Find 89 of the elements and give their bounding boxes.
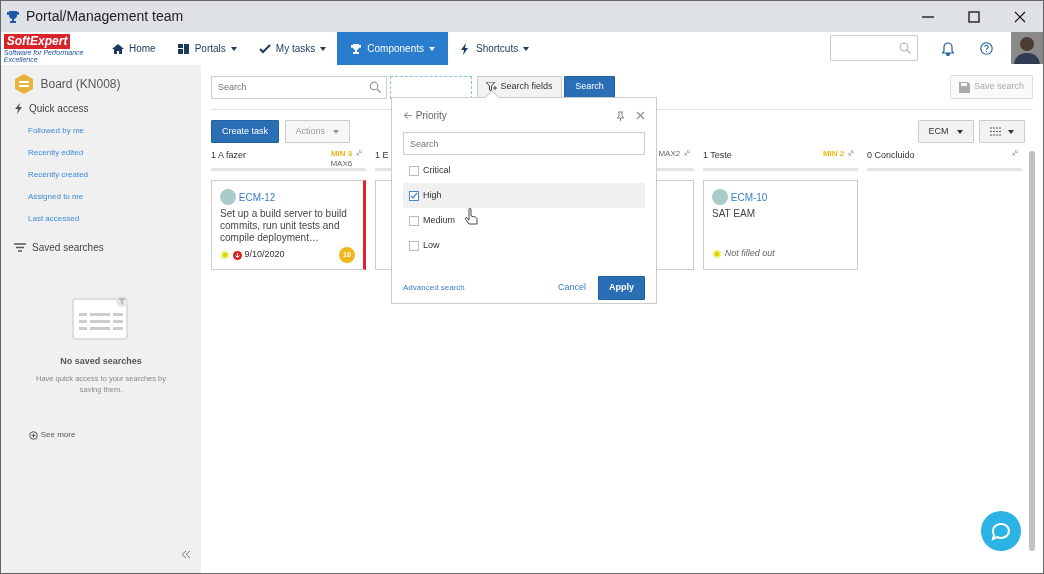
caret-icon — [1008, 129, 1014, 134]
minimize-icon — [922, 15, 934, 18]
column-title: 1 Teste — [703, 150, 732, 160]
status-text: Not filled out — [724, 247, 775, 260]
grid-icon — [177, 42, 190, 55]
avatar[interactable] — [1011, 32, 1043, 64]
close-icon — [1014, 10, 1026, 23]
maximize-icon — [968, 10, 980, 23]
min-limit: MIN 2 — [822, 149, 845, 159]
min-limit: MIN 3 — [330, 149, 353, 159]
lightning-icon — [458, 42, 471, 55]
task-id-link[interactable]: ECM-10 — [730, 189, 768, 205]
collapse-icon[interactable] — [181, 550, 191, 559]
view-options-button[interactable] — [979, 120, 1025, 143]
actions-button[interactable]: Actions — [284, 120, 351, 143]
cancel-link[interactable]: Cancel — [557, 281, 586, 295]
chat-button[interactable] — [981, 511, 1021, 551]
plus-icon — [29, 430, 38, 440]
avatar — [712, 189, 728, 205]
quick-access-link[interactable]: Last accessed — [1, 213, 80, 225]
section-heading: Saved searches — [32, 241, 104, 255]
quick-access-link[interactable]: Assigned to me — [1, 191, 84, 203]
priority-option[interactable]: High — [403, 183, 645, 208]
check-icon — [258, 42, 271, 55]
quick-access-link[interactable]: Recently created — [1, 169, 89, 181]
trophy-icon — [6, 9, 20, 24]
task-id-link[interactable]: ECM-12 — [238, 189, 276, 205]
column-title: 1 A fazer — [211, 150, 247, 160]
save-icon — [958, 81, 970, 93]
board-title: Board (KN008) — [40, 76, 121, 93]
popover-title: Priority — [415, 109, 447, 123]
list-icon — [990, 127, 1002, 136]
checkbox[interactable] — [409, 165, 419, 176]
nav-menu-item[interactable]: My tasks — [247, 32, 338, 65]
priority-option[interactable]: Medium — [403, 208, 645, 233]
collapse-icon[interactable] — [1011, 149, 1019, 157]
apply-button[interactable]: Apply — [598, 276, 645, 300]
search-button[interactable]: Search — [564, 75, 615, 99]
quick-access-link[interactable]: Recently edited — [1, 147, 84, 159]
caret-icon — [333, 129, 340, 134]
see-more-link[interactable]: See more — [40, 429, 76, 441]
collapse-icon[interactable] — [683, 149, 691, 157]
search-field[interactable]: Search — [403, 132, 645, 155]
home-icon — [112, 42, 124, 55]
status-dot-icon — [220, 250, 230, 260]
nav-menu-item[interactable]: Home — [101, 32, 167, 65]
pin-icon[interactable] — [616, 110, 626, 121]
trophy-icon — [350, 42, 363, 55]
ecm-dropdown[interactable]: ECM — [917, 120, 974, 143]
due-date: 9/10/2020 — [244, 248, 285, 262]
lightning-icon — [14, 103, 23, 114]
back-icon[interactable] — [403, 111, 413, 120]
board-icon — [13, 73, 35, 95]
checkbox[interactable] — [409, 240, 419, 251]
window-title: Portal/Management team — [26, 7, 185, 26]
search-field[interactable]: Search — [211, 75, 387, 99]
filter-icon — [485, 82, 497, 92]
max-limit: MAX6 — [330, 159, 353, 169]
hand-cursor-icon — [464, 208, 478, 226]
close-icon[interactable] — [636, 111, 645, 120]
empty-state-title: No saved searches — [60, 355, 142, 368]
column-title: 0 Concluido — [867, 150, 915, 160]
notification-icon[interactable] — [942, 42, 954, 56]
task-title: Set up a build server to build commits, run unit tests and compile deployment… — [220, 208, 348, 245]
checkbox[interactable] — [409, 215, 419, 226]
task-title: SAT EAM — [712, 208, 756, 221]
max-limit: MAX2 — [658, 149, 681, 159]
section-heading: Quick access — [29, 102, 89, 116]
checkbox[interactable] — [409, 190, 419, 201]
search-icon — [899, 42, 911, 54]
avatar — [220, 189, 236, 205]
priority-option[interactable]: Critical — [403, 158, 645, 183]
search-field[interactable] — [830, 35, 918, 61]
help-icon[interactable] — [980, 42, 993, 55]
collapse-icon[interactable] — [355, 149, 363, 157]
nav-menu-item[interactable]: Shortcuts — [447, 32, 541, 65]
filter-icon — [14, 243, 26, 252]
advanced-search-link[interactable]: Advanced search — [403, 282, 465, 294]
nav-menu-item[interactable]: Portals — [166, 32, 248, 65]
quick-access-link[interactable]: Followed by me — [1, 125, 85, 137]
nav-menu-item[interactable]: Components — [337, 32, 448, 65]
search-fields-button[interactable]: Search fields — [476, 75, 562, 99]
create-task-button[interactable]: Create task — [211, 120, 280, 143]
search-icon — [369, 80, 381, 93]
column-title: 1 E — [375, 150, 389, 160]
collapse-icon[interactable] — [847, 149, 855, 157]
status-dot-icon — [712, 248, 722, 259]
caret-icon — [956, 129, 963, 134]
priority-option[interactable]: Low — [403, 233, 645, 258]
